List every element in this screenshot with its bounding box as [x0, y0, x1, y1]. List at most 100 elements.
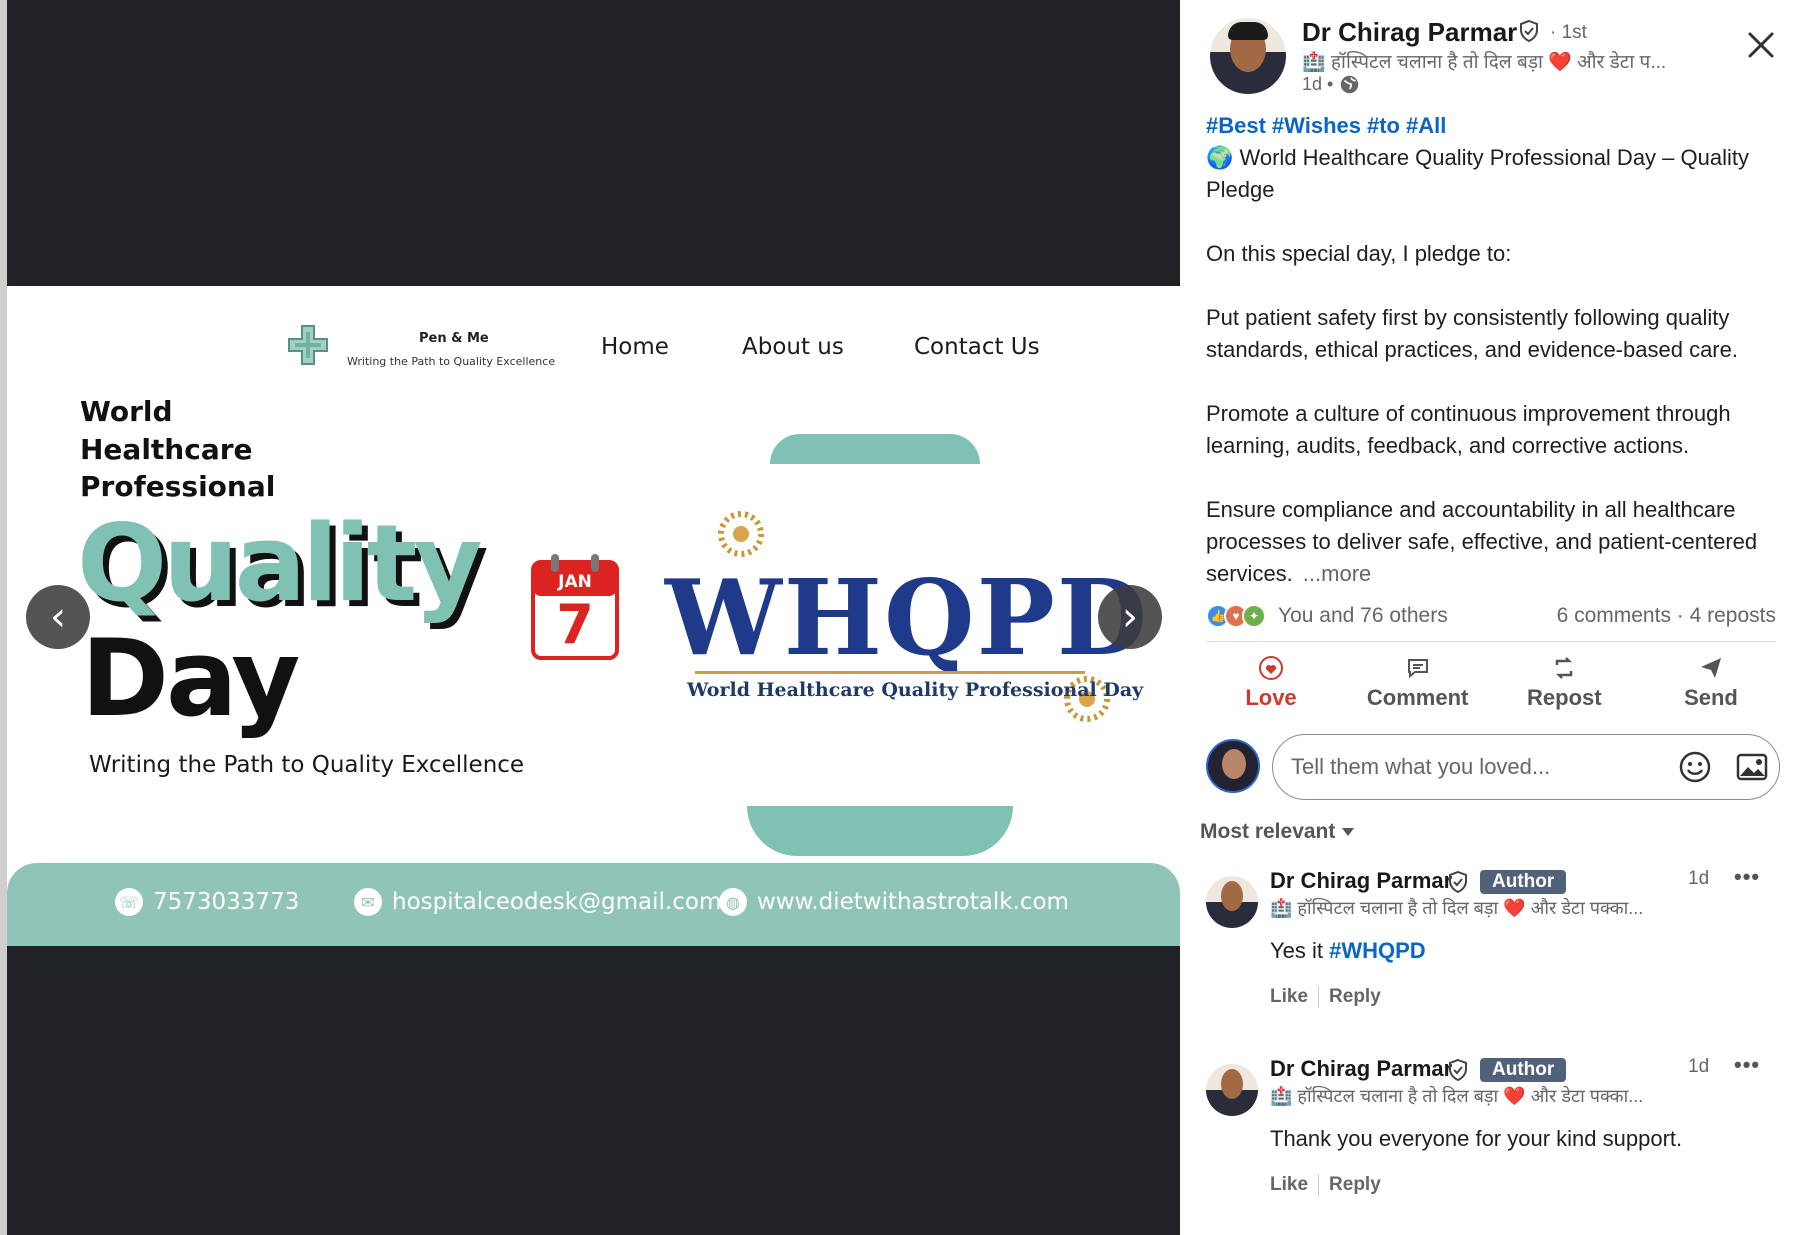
post-title-line: 🌍 World Healthcare Quality Professional … — [1206, 145, 1749, 202]
commenter-headline: 🏥 हॉस्पिटल चलाना है तो दिल बड़ा ❤️ और डे… — [1270, 1086, 1644, 1106]
calendar-icon: JAN 7 — [529, 554, 621, 660]
comment-text-body: Yes it — [1270, 938, 1330, 963]
comment-like-button[interactable]: Like — [1270, 986, 1308, 1008]
comment-text: Thank you everyone for your kind support… — [1270, 1126, 1682, 1152]
more-options-button[interactable]: ••• — [1734, 1052, 1760, 1078]
hashtag-link[interactable]: #to — [1367, 113, 1400, 138]
logo-underline — [695, 671, 1085, 674]
previous-image-button[interactable]: ‹ — [26, 585, 90, 649]
love-button[interactable]: Love — [1206, 650, 1336, 716]
verified-shield-icon — [1449, 870, 1467, 894]
comment-reply-button[interactable]: Reply — [1329, 1174, 1381, 1196]
post-paragraph: Promote a culture of continuous improvem… — [1206, 401, 1731, 458]
contact-phone: ☏ 7573033773 — [115, 888, 299, 916]
comment-text: Yes it #WHQPD — [1270, 938, 1426, 964]
emoji-icon[interactable] — [1678, 750, 1712, 784]
comment-composer — [1206, 734, 1780, 800]
hashtag-link[interactable]: #Wishes — [1272, 113, 1361, 138]
teal-arc-top — [770, 434, 980, 464]
hero-line-professional: Professional — [80, 470, 276, 503]
hero-tagline: Writing the Path to Quality Excellence — [89, 752, 525, 778]
globe-icon: ◍ — [719, 888, 747, 916]
comment-icon — [1407, 659, 1428, 679]
nav-about: About us — [742, 334, 844, 360]
image-header: Pen & Me Writing the Path to Quality Exc… — [7, 324, 1180, 374]
image-viewer: Pen & Me Writing the Path to Quality Exc… — [0, 0, 1180, 1235]
website-url: www.dietwithastrotalk.com — [757, 889, 1069, 915]
email-address: hospitalceodesk@gmail.com — [392, 889, 722, 915]
post-time-label: 1d • — [1302, 74, 1334, 94]
author-avatar[interactable] — [1210, 18, 1286, 94]
repost-icon — [1556, 657, 1573, 679]
reaction-icons[interactable]: 👍 ♥ ✦ — [1206, 604, 1266, 628]
author-name[interactable]: Dr Chirag Parmar — [1302, 17, 1517, 48]
celebrate-reaction-icon: ✦ — [1242, 604, 1266, 628]
comment-button[interactable]: Comment — [1353, 650, 1483, 716]
brand-name: Pen & Me — [419, 331, 489, 346]
hero-line-world: World — [80, 395, 173, 428]
commenter-headline: 🏥 हॉस्पिटल चलाना है तो दिल बड़ा ❤️ और डे… — [1270, 898, 1644, 918]
repost-button[interactable]: Repost — [1499, 650, 1629, 716]
divider — [1206, 641, 1776, 642]
verified-shield-icon — [1449, 1058, 1467, 1082]
commenter-name[interactable]: Dr Chirag Parmar — [1270, 868, 1452, 894]
send-button[interactable]: Send — [1646, 650, 1776, 716]
commenter-avatar[interactable] — [1206, 1064, 1258, 1116]
comment-time: 1d — [1688, 868, 1710, 889]
globe-icon — [1341, 75, 1359, 94]
comment-reply-button[interactable]: Reply — [1329, 986, 1381, 1008]
contact-website: ◍ www.dietwithastrotalk.com — [719, 888, 1069, 916]
post-paragraph: Put patient safety first by consistently… — [1206, 305, 1738, 362]
see-more-link[interactable]: ...more — [1303, 561, 1371, 586]
phone-icon: ☏ — [115, 888, 143, 916]
post-detail-panel: Dr Chirag Parmar · 1st 🏥 हॉस्पिटल चलाना … — [1180, 0, 1799, 1235]
contact-email: ✉ hospitalceodesk@gmail.com — [354, 888, 721, 916]
caret-down-icon — [1342, 828, 1355, 836]
comment-text-body: Thank you everyone for your kind support… — [1270, 1126, 1683, 1151]
whqpd-logo: WHQPD — [665, 556, 1150, 679]
hero-line-healthcare: Healthcare — [80, 433, 253, 466]
reactions-count[interactable]: You and 76 others — [1278, 604, 1448, 628]
nav-home: Home — [601, 334, 669, 360]
calendar-day: 7 — [556, 593, 594, 656]
author-badge: Author — [1480, 870, 1567, 894]
calendar-month: JAN — [558, 572, 592, 592]
post-paragraph: Ensure compliance and accountability in … — [1206, 497, 1758, 586]
comments-reposts-count[interactable]: 6 comments · 4 reposts — [1557, 604, 1776, 628]
repost-label: Repost — [1527, 685, 1602, 710]
hashtag-link[interactable]: #All — [1406, 113, 1446, 138]
commenter-avatar[interactable] — [1206, 876, 1258, 928]
viewer-avatar — [1206, 739, 1260, 793]
comment-like-button[interactable]: Like — [1270, 1174, 1308, 1196]
send-icon — [1700, 658, 1721, 678]
heart-icon — [1259, 656, 1283, 680]
sparkle-icon — [718, 511, 764, 557]
author-headline: 🏥 हॉस्पिटल चलाना है तो दिल बड़ा ❤️ और डे… — [1302, 52, 1667, 73]
avatar-face — [1222, 749, 1246, 779]
more-options-button[interactable]: ••• — [1734, 864, 1760, 890]
next-image-button[interactable]: › — [1098, 585, 1162, 649]
nav-contact: Contact Us — [914, 334, 1040, 360]
sort-dropdown[interactable]: Most relevant — [1200, 820, 1355, 844]
verified-shield-icon — [1520, 19, 1538, 43]
social-counts: 👍 ♥ ✦ You and 76 others 6 comments · 4 r… — [1206, 601, 1776, 635]
separator — [1318, 1174, 1320, 1196]
sort-label: Most relevant — [1200, 820, 1336, 843]
close-icon[interactable] — [1746, 30, 1776, 60]
avatar-face — [1221, 881, 1243, 911]
post-paragraph-last: Ensure compliance and accountability in … — [1206, 494, 1776, 590]
phone-number: 7573033773 — [153, 889, 300, 915]
hashtag-link[interactable]: #WHQPD — [1329, 938, 1426, 963]
connection-degree: · 1st — [1550, 22, 1587, 43]
love-label: Love — [1245, 685, 1297, 710]
commenter-name[interactable]: Dr Chirag Parmar — [1270, 1056, 1452, 1082]
hashtag-link[interactable]: #Best — [1206, 113, 1266, 138]
medical-cross-icon — [288, 325, 328, 365]
separator — [1318, 986, 1320, 1008]
post-text: #Best #Wishes #to #All 🌍 World Healthcare Q… — [1206, 110, 1776, 590]
image-icon[interactable] — [1736, 752, 1768, 782]
teal-arc-bottom — [747, 806, 1013, 856]
comment-time: 1d — [1688, 1056, 1710, 1077]
contact-bar: ☏ 7573033773 ✉ hospitalceodesk@gmail.com… — [7, 863, 1180, 946]
post-image[interactable]: Pen & Me Writing the Path to Quality Exc… — [7, 286, 1180, 946]
